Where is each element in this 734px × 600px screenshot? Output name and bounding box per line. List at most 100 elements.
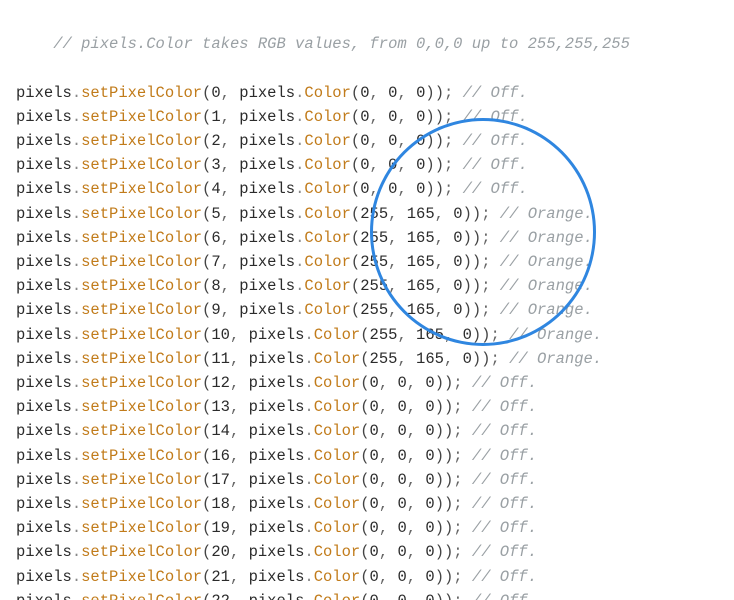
arg-b: 0 xyxy=(453,205,462,223)
dot: . xyxy=(72,568,81,586)
obj-pixels: pixels xyxy=(249,326,305,344)
code-line: pixels.setPixelColor(2, pixels.Color(0, … xyxy=(16,129,734,153)
arg-g: 165 xyxy=(407,205,435,223)
obj-pixels: pixels xyxy=(249,422,305,440)
sep: , xyxy=(435,277,454,295)
sep: , xyxy=(230,543,249,561)
method-Color: Color xyxy=(314,326,361,344)
arg-index: 9 xyxy=(211,301,220,319)
semicolon: ; xyxy=(481,205,500,223)
arg-index: 4 xyxy=(211,180,220,198)
trailing-comment: // Off. xyxy=(472,422,537,440)
code-line: pixels.setPixelColor(11, pixels.Color(25… xyxy=(16,347,734,371)
code-line: pixels.setPixelColor(4, pixels.Color(0, … xyxy=(16,177,734,201)
dot: . xyxy=(72,108,81,126)
obj-pixels: pixels xyxy=(16,350,72,368)
obj-pixels: pixels xyxy=(239,277,295,295)
dot: . xyxy=(295,253,304,271)
trailing-comment: // Off. xyxy=(463,132,528,150)
arg-g: 0 xyxy=(397,543,406,561)
semicolon: ; xyxy=(453,422,472,440)
paren-open: ( xyxy=(351,84,360,102)
arg-index: 11 xyxy=(211,350,230,368)
method-Color: Color xyxy=(304,253,351,271)
dot: . xyxy=(295,108,304,126)
sep: , xyxy=(221,205,240,223)
sep: , xyxy=(230,326,249,344)
arg-g: 0 xyxy=(397,471,406,489)
obj-pixels: pixels xyxy=(249,447,305,465)
paren-close: )) xyxy=(463,301,482,319)
paren-open: ( xyxy=(202,398,211,416)
dot: . xyxy=(295,156,304,174)
obj-pixels: pixels xyxy=(16,447,72,465)
sep: , xyxy=(221,108,240,126)
arg-g: 0 xyxy=(397,592,406,600)
obj-pixels: pixels xyxy=(249,374,305,392)
paren-open: ( xyxy=(360,568,369,586)
method-Color: Color xyxy=(304,132,351,150)
sep: , xyxy=(370,180,389,198)
arg-r: 0 xyxy=(360,156,369,174)
semicolon: ; xyxy=(444,156,463,174)
arg-index: 0 xyxy=(211,84,220,102)
sep: , xyxy=(230,422,249,440)
obj-pixels: pixels xyxy=(16,84,72,102)
semicolon: ; xyxy=(490,326,509,344)
paren-close: )) xyxy=(435,495,454,513)
code-lines-container: pixels.setPixelColor(0, pixels.Color(0, … xyxy=(16,81,734,600)
semicolon: ; xyxy=(453,592,472,600)
trailing-comment: // Off. xyxy=(472,543,537,561)
arg-b: 0 xyxy=(425,447,434,465)
arg-g: 0 xyxy=(397,519,406,537)
arg-b: 0 xyxy=(425,568,434,586)
sep: , xyxy=(221,84,240,102)
obj-pixels: pixels xyxy=(239,253,295,271)
sep: , xyxy=(435,205,454,223)
obj-pixels: pixels xyxy=(239,156,295,174)
obj-pixels: pixels xyxy=(249,519,305,537)
trailing-comment: // Off. xyxy=(472,592,537,600)
semicolon: ; xyxy=(444,84,463,102)
arg-r: 0 xyxy=(370,519,379,537)
code-line: pixels.setPixelColor(18, pixels.Color(0,… xyxy=(16,492,734,516)
dot: . xyxy=(72,301,81,319)
sep: , xyxy=(379,422,398,440)
arg-index: 18 xyxy=(211,495,230,513)
sep: , xyxy=(397,84,416,102)
paren-open: ( xyxy=(202,568,211,586)
method-setPixelColor: setPixelColor xyxy=(81,495,202,513)
sep: , xyxy=(230,350,249,368)
sep: , xyxy=(230,519,249,537)
paren-open: ( xyxy=(202,277,211,295)
arg-index: 13 xyxy=(211,398,230,416)
sep: , xyxy=(230,568,249,586)
paren-close: )) xyxy=(463,205,482,223)
sep: , xyxy=(221,229,240,247)
arg-index: 2 xyxy=(211,132,220,150)
obj-pixels: pixels xyxy=(16,180,72,198)
code-line: pixels.setPixelColor(1, pixels.Color(0, … xyxy=(16,105,734,129)
sep: , xyxy=(230,398,249,416)
obj-pixels: pixels xyxy=(16,156,72,174)
semicolon: ; xyxy=(481,253,500,271)
paren-open: ( xyxy=(351,180,360,198)
code-line: pixels.setPixelColor(7, pixels.Color(255… xyxy=(16,250,734,274)
dot: . xyxy=(72,205,81,223)
sep: , xyxy=(407,495,426,513)
trailing-comment: // Off. xyxy=(472,471,537,489)
arg-r: 255 xyxy=(360,229,388,247)
code-line: pixels.setPixelColor(12, pixels.Color(0,… xyxy=(16,371,734,395)
dot: . xyxy=(72,519,81,537)
sep: , xyxy=(407,592,426,600)
dot: . xyxy=(72,350,81,368)
semicolon: ; xyxy=(453,568,472,586)
obj-pixels: pixels xyxy=(239,229,295,247)
sep: , xyxy=(388,253,407,271)
dot: . xyxy=(72,229,81,247)
arg-b: 0 xyxy=(425,398,434,416)
dot: . xyxy=(304,350,313,368)
arg-index: 1 xyxy=(211,108,220,126)
code-line: pixels.setPixelColor(16, pixels.Color(0,… xyxy=(16,444,734,468)
paren-open: ( xyxy=(351,253,360,271)
